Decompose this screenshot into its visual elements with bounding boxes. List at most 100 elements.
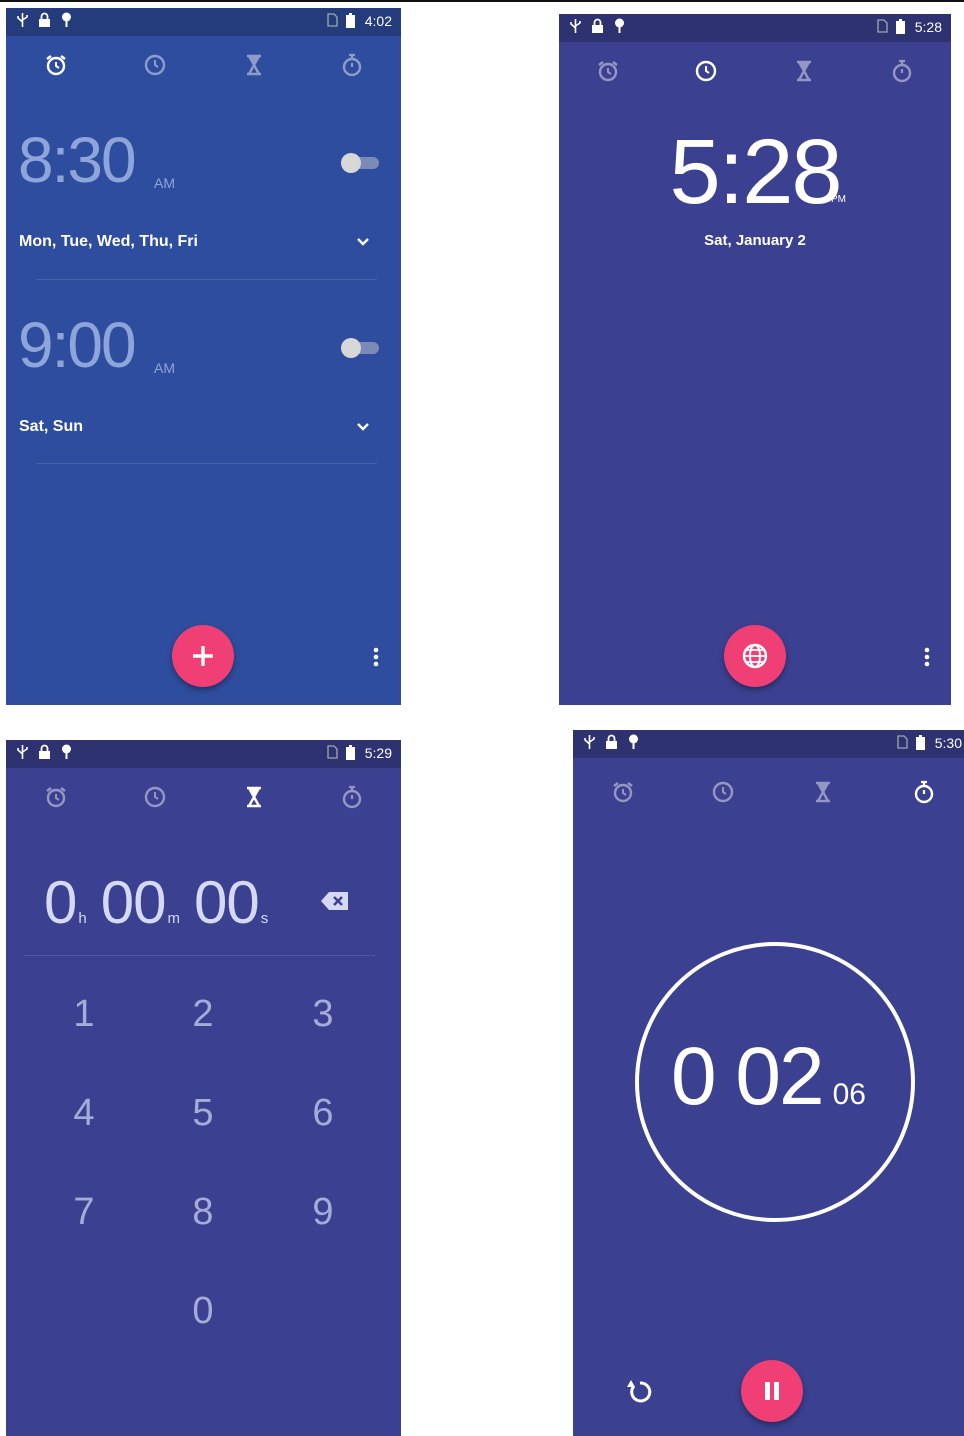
- world-clock-button[interactable]: [724, 625, 786, 687]
- lock-icon: [38, 744, 51, 760]
- status-time: 5:30: [934, 735, 962, 751]
- keypad-key-8[interactable]: 8: [173, 1191, 233, 1234]
- clock-icon: [144, 54, 166, 76]
- tab-bar: [573, 773, 964, 813]
- keypad-key-2[interactable]: 2: [173, 993, 233, 1036]
- keypad-key-0[interactable]: 0: [173, 1290, 233, 1333]
- tab-stopwatch[interactable]: [911, 779, 937, 805]
- reset-icon[interactable]: [625, 1377, 655, 1407]
- overflow-menu-icon[interactable]: [924, 646, 930, 668]
- status-bar: 5:30: [573, 730, 964, 758]
- stopwatch-icon: [892, 59, 912, 83]
- tab-timer[interactable]: [810, 779, 836, 805]
- alarm-icon: [598, 61, 618, 82]
- stopwatch-icon: [342, 53, 362, 77]
- stopwatch-hundredths: 06: [832, 1078, 866, 1111]
- current-time: 5:28: [669, 121, 842, 223]
- keypad-key-9[interactable]: 9: [293, 1191, 353, 1234]
- status-bar: 4:02: [6, 8, 401, 36]
- divider: [36, 463, 377, 464]
- usb-icon: [16, 744, 29, 760]
- tab-clock[interactable]: [142, 784, 168, 810]
- alarm-toggle[interactable]: [341, 153, 379, 173]
- alarm-days: Sat, Sun: [19, 418, 84, 435]
- timer-seconds: 00: [193, 869, 260, 936]
- stopwatch-icon: [342, 785, 362, 809]
- timer-seconds-unit: s: [260, 910, 269, 927]
- keypad-key-4[interactable]: 4: [54, 1092, 114, 1135]
- lock-icon: [38, 12, 51, 28]
- status-time: 5:28: [914, 19, 942, 35]
- keypad-key-3[interactable]: 3: [293, 993, 353, 1036]
- tab-timer[interactable]: [241, 52, 267, 78]
- tab-timer[interactable]: [791, 58, 817, 84]
- status-time: 5:29: [364, 745, 392, 761]
- keypad-key-7[interactable]: 7: [54, 1191, 114, 1234]
- tab-stopwatch[interactable]: [339, 52, 365, 78]
- battery-icon: [345, 745, 359, 761]
- overflow-menu-icon[interactable]: [373, 646, 379, 668]
- sim-icon: [327, 745, 340, 761]
- tab-bar: [6, 778, 401, 818]
- alarm-item[interactable]: 8:30 AM Mon, Tue, Wed, Thu, Fri: [6, 123, 401, 308]
- clock-ampm: PM: [831, 194, 846, 205]
- status-time: 4:02: [364, 13, 392, 29]
- tab-clock[interactable]: [693, 58, 719, 84]
- timer-minutes-unit: m: [167, 910, 180, 927]
- tab-stopwatch[interactable]: [889, 58, 915, 84]
- tab-bar: [559, 52, 951, 92]
- tab-clock[interactable]: [142, 52, 168, 78]
- pin-icon: [613, 18, 626, 34]
- hourglass-icon: [816, 781, 830, 803]
- tab-timer[interactable]: [241, 784, 267, 810]
- tab-clock[interactable]: [710, 779, 736, 805]
- status-bar: 5:28: [559, 14, 951, 42]
- chevron-down-icon[interactable]: [355, 420, 371, 434]
- alarm-days: Mon, Tue, Wed, Thu, Fri: [19, 233, 198, 250]
- status-bar: 5:29: [6, 740, 401, 768]
- sim-icon: [897, 735, 910, 751]
- add-alarm-button[interactable]: [172, 625, 234, 687]
- lock-icon: [591, 18, 604, 34]
- clock-screen: 5:28 5:28 PM Sat, January 2: [559, 14, 951, 705]
- usb-icon: [569, 18, 582, 34]
- tab-alarm[interactable]: [610, 779, 636, 805]
- pin-icon: [60, 744, 73, 760]
- chevron-down-icon[interactable]: [355, 235, 371, 249]
- timer-screen: 5:29 0 h 00 m 00 s 1 2 3 4 5 6 7 8 9 0: [6, 740, 401, 1436]
- tab-alarm[interactable]: [595, 58, 621, 84]
- pin-icon: [60, 12, 73, 28]
- usb-icon: [583, 734, 596, 750]
- keypad-key-6[interactable]: 6: [293, 1092, 353, 1135]
- backspace-icon[interactable]: [320, 890, 350, 912]
- alarm-icon: [46, 55, 66, 76]
- battery-icon: [345, 13, 359, 29]
- sim-icon: [327, 13, 340, 29]
- divider: [24, 955, 375, 956]
- alarm-item[interactable]: 9:00 AM Sat, Sun: [6, 308, 401, 493]
- keypad-key-5[interactable]: 5: [173, 1092, 233, 1135]
- stopwatch-icon: [914, 780, 934, 804]
- top-border-line: [0, 0, 964, 2]
- pause-button[interactable]: [741, 1360, 803, 1422]
- alarm-time[interactable]: 9:00: [18, 308, 137, 382]
- keypad-key-1[interactable]: 1: [54, 993, 114, 1036]
- usb-icon: [16, 12, 29, 28]
- alarm-icon: [613, 782, 633, 803]
- battery-icon: [915, 735, 929, 751]
- timer-display: 0 h 00 m 00 s: [44, 868, 282, 937]
- alarm-icon: [46, 787, 66, 808]
- alarm-toggle[interactable]: [341, 338, 379, 358]
- tab-stopwatch[interactable]: [339, 784, 365, 810]
- hourglass-icon: [247, 54, 261, 76]
- tab-alarm[interactable]: [43, 784, 69, 810]
- clock-icon: [695, 60, 717, 82]
- plus-icon: [193, 646, 213, 666]
- tab-alarm[interactable]: [43, 52, 69, 78]
- battery-icon: [895, 19, 909, 35]
- globe-icon: [742, 643, 768, 669]
- pause-icon: [765, 1382, 779, 1400]
- alarm-time[interactable]: 8:30: [18, 123, 137, 197]
- current-date: Sat, January 2: [704, 232, 806, 249]
- lock-icon: [605, 734, 618, 750]
